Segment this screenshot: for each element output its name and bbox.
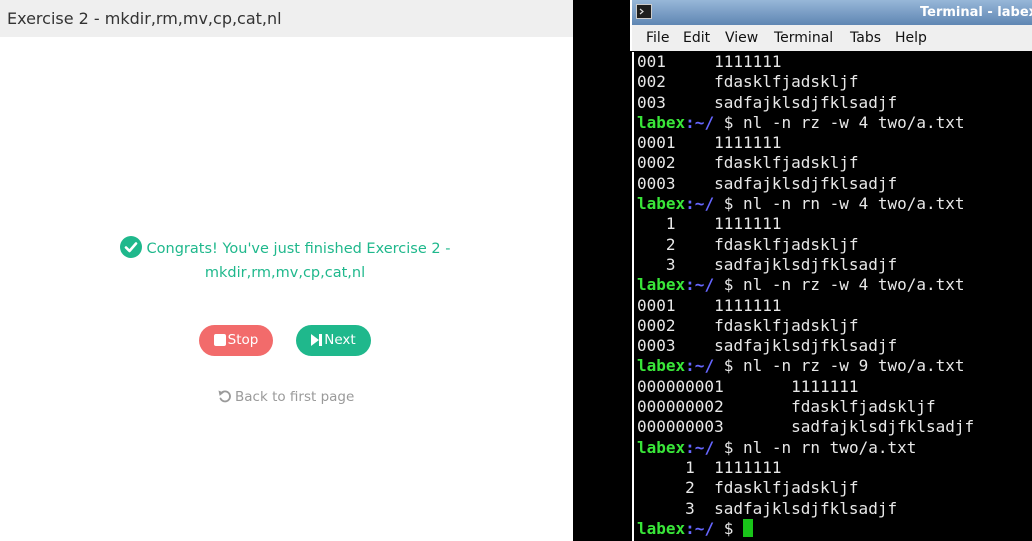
back-link-label: Back to first page bbox=[235, 389, 355, 405]
terminal-body[interactable]: 001 1111111 002 fdasklfjadskljf 003 sadfaj… bbox=[632, 52, 1030, 541]
terminal-prompt-line: labex:~/ $ nl -n rz -w 4 two/a.txt bbox=[637, 275, 974, 295]
terminal-output: 001 1111111 002 fdasklfjadskljf 003 sadfaj… bbox=[637, 52, 974, 539]
prompt-command: $ nl -n rz -w 4 two/a.txt bbox=[714, 112, 965, 132]
terminal-menubar: File Edit View Terminal Tabs Help bbox=[630, 25, 1032, 51]
exercise-panel: Exercise 2 - mkdir,rm,mv,cp,cat,nl Congr… bbox=[0, 0, 573, 541]
menu-item-edit[interactable]: Edit bbox=[683, 25, 710, 51]
step-forward-icon bbox=[311, 327, 323, 358]
prompt-user: labex bbox=[637, 518, 686, 538]
prompt-command: $ bbox=[714, 518, 743, 538]
terminal-output-line: 1 1111111 bbox=[637, 457, 782, 477]
prompt-path: :~/ bbox=[685, 518, 715, 538]
terminal-prompt-line: labex:~/ $ bbox=[637, 518, 974, 539]
terminal-output-line: 3 sadfajklsdjfklsadjf bbox=[637, 498, 898, 518]
terminal-output-line: 1 1111111 bbox=[637, 214, 782, 234]
terminal-output-line: 003 sadfajklsdjfklsadjf bbox=[637, 92, 898, 112]
terminal-output-line: 002 fdasklfjadskljf bbox=[637, 72, 859, 92]
prompt-user: labex bbox=[637, 356, 686, 376]
stop-square-icon bbox=[213, 327, 226, 358]
undo-arrow-icon bbox=[218, 388, 232, 410]
prompt-user: labex bbox=[637, 275, 686, 295]
congrats-line-1: Congrats! You've just finished Exercise … bbox=[146, 241, 451, 257]
check-circle-icon bbox=[119, 236, 142, 258]
prompt-path: :~/ bbox=[685, 437, 715, 457]
prompt-path: :~/ bbox=[685, 112, 715, 132]
terminal-prompt-line: labex:~/ $ nl -n rn -w 4 two/a.txt bbox=[637, 194, 974, 214]
terminal-output-line: 2 fdasklfjadskljf bbox=[637, 234, 859, 254]
menu-item-help[interactable]: Help bbox=[895, 25, 927, 51]
prompt-path: :~/ bbox=[685, 275, 715, 295]
back-to-first-page-link[interactable]: Back to first page bbox=[218, 386, 358, 410]
congrats-message: Congrats! You've just finished Exercise … bbox=[100, 236, 470, 285]
prompt-path: :~/ bbox=[685, 194, 715, 214]
terminal-output-line: 001 1111111 bbox=[637, 52, 782, 71]
terminal-output-line: 0003 sadfajklsdjfklsadjf bbox=[637, 173, 898, 193]
prompt-path: :~/ bbox=[685, 356, 715, 376]
terminal-prompt-line: labex:~/ $ nl -n rz -w 4 two/a.txt bbox=[637, 113, 974, 133]
terminal-output-line: 2 fdasklfjadskljf bbox=[637, 478, 859, 498]
terminal-app-icon bbox=[636, 4, 652, 19]
terminal-output-line: 0003 sadfajklsdjfklsadjf bbox=[637, 336, 898, 356]
exercise-title: Exercise 2 - mkdir,rm,mv,cp,cat,nl bbox=[0, 0, 573, 37]
next-button-label: Next bbox=[324, 332, 356, 348]
menu-item-terminal[interactable]: Terminal bbox=[774, 25, 833, 51]
terminal-cursor bbox=[742, 518, 753, 537]
prompt-user: labex bbox=[637, 194, 686, 214]
terminal-output-line: 000000003 sadfajklsdjfklsadjf bbox=[637, 417, 975, 437]
stop-button-label: Stop bbox=[227, 332, 259, 348]
prompt-command: $ nl -n rn two/a.txt bbox=[714, 437, 917, 457]
menu-item-file[interactable]: File bbox=[646, 25, 669, 51]
prompt-user: labex bbox=[637, 437, 686, 457]
prompt-command: $ nl -n rn -w 4 two/a.txt bbox=[714, 194, 965, 214]
panel-divider bbox=[573, 0, 630, 541]
terminal-prompt-line: labex:~/ $ nl -n rn two/a.txt bbox=[637, 438, 974, 458]
menu-item-view[interactable]: View bbox=[725, 25, 758, 51]
terminal-prompt-line: labex:~/ $ nl -n rz -w 9 two/a.txt bbox=[637, 356, 974, 376]
congrats-line-2: mkdir,rm,mv,cp,cat,nl bbox=[204, 265, 366, 281]
terminal-output-line: 0001 1111111 bbox=[637, 295, 782, 315]
terminal-output-line: 0002 fdasklfjadskljf bbox=[637, 153, 859, 173]
prompt-user: labex bbox=[637, 112, 686, 132]
terminal-titlebar[interactable]: Terminal - labex bbox=[630, 0, 1032, 25]
prompt-command: $ nl -n rz -w 4 two/a.txt bbox=[714, 275, 965, 295]
terminal-output-line: 0001 1111111 bbox=[637, 133, 782, 153]
terminal-window[interactable]: Terminal - labex File Edit View Terminal… bbox=[630, 0, 1032, 541]
terminal-output-line: 000000001 1111111 bbox=[637, 376, 859, 396]
prompt-command: $ nl -n rz -w 9 two/a.txt bbox=[714, 356, 965, 376]
next-button[interactable]: Next bbox=[296, 325, 371, 356]
stop-button[interactable]: Stop bbox=[199, 325, 273, 356]
terminal-output-line: 000000002 fdasklfjadskljf bbox=[637, 397, 936, 417]
menu-item-tabs[interactable]: Tabs bbox=[850, 25, 881, 51]
terminal-output-line: 3 sadfajklsdjfklsadjf bbox=[637, 254, 898, 274]
terminal-output-line: 0002 fdasklfjadskljf bbox=[637, 315, 859, 335]
terminal-window-title: Terminal - labex bbox=[920, 5, 1032, 20]
